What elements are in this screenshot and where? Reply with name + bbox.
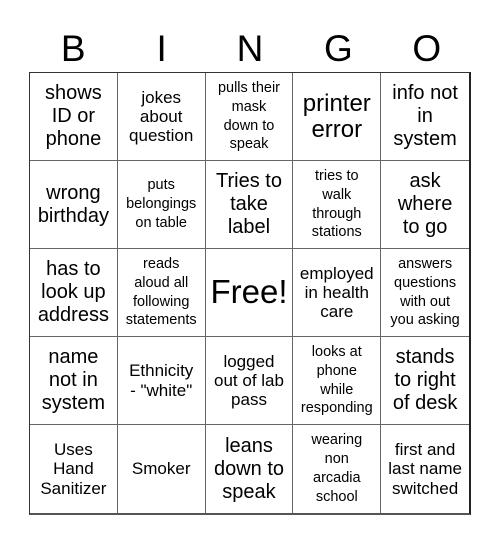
header-letter-b: B bbox=[60, 28, 86, 69]
bingo-cell-i5[interactable]: Smoker bbox=[118, 425, 206, 513]
free-space-cell[interactable]: Free! bbox=[205, 249, 294, 337]
header-letter-o: O bbox=[412, 28, 442, 69]
cell-text: pulls their mask down to speak bbox=[217, 79, 281, 153]
bingo-cell-o3[interactable]: answers questions with out you asking bbox=[381, 249, 469, 337]
cell-text: puts belongings on table bbox=[126, 177, 197, 231]
bingo-cell-b2[interactable]: wrong birthday bbox=[30, 161, 118, 249]
cell-text: ask where to go bbox=[397, 170, 453, 238]
bingo-cell-b1[interactable]: shows ID or phone bbox=[30, 73, 118, 161]
bingo-cell-n2[interactable]: Tries to take label bbox=[205, 161, 294, 249]
bingo-cell-b4[interactable]: name not in system bbox=[30, 337, 118, 425]
cell-text: name not in system bbox=[41, 346, 106, 414]
bingo-cell-g3[interactable]: employed in health care bbox=[293, 249, 382, 337]
cell-text: looks at phone while responding bbox=[300, 343, 373, 417]
bingo-cell-b5[interactable]: Uses Hand Sanitizer bbox=[30, 425, 118, 513]
bingo-cell-b3[interactable]: has to look up address bbox=[30, 249, 118, 337]
cell-text: Free! bbox=[210, 273, 288, 311]
cell-text: wearing non arcadia school bbox=[311, 432, 363, 505]
bingo-cell-o1[interactable]: info not in system bbox=[381, 73, 469, 161]
bingo-cell-i4[interactable]: Ethnicity - "white" bbox=[117, 337, 206, 425]
bingo-cell-o4[interactable]: stands to right of desk bbox=[381, 337, 469, 425]
bingo-cell-n5[interactable]: leans down to speak bbox=[206, 425, 294, 513]
bingo-cell-g2[interactable]: tries to walk through stations bbox=[293, 161, 382, 249]
bingo-cell-n1[interactable]: pulls their mask down to speak bbox=[205, 73, 294, 161]
bingo-header: B I N G O bbox=[29, 26, 471, 72]
bingo-card-grid: shows ID or phone jokes about question pul… bbox=[29, 72, 471, 515]
cell-text: answers questions with out you asking bbox=[390, 255, 460, 329]
header-letter-i: I bbox=[156, 28, 167, 69]
cell-text: Ethnicity - "white" bbox=[129, 361, 194, 400]
cell-text: shows ID or phone bbox=[45, 82, 102, 150]
cell-text: first and last name switched bbox=[388, 440, 462, 498]
cell-text: reads aloud all following statements bbox=[125, 255, 197, 329]
bingo-cell-i1[interactable]: jokes about question bbox=[117, 73, 206, 161]
cell-text: tries to walk through stations bbox=[311, 167, 362, 241]
bingo-cell-g5[interactable]: wearing non arcadia school bbox=[293, 425, 382, 513]
cell-text: Tries to take label bbox=[216, 170, 282, 238]
header-letter-g: G bbox=[324, 28, 353, 69]
bingo-cell-g1[interactable]: printer error bbox=[293, 73, 382, 161]
bingo-cell-i2[interactable]: puts belongings on table bbox=[117, 161, 206, 249]
cell-text: logged out of lab pass bbox=[214, 351, 284, 410]
cell-text: printer error bbox=[302, 90, 371, 143]
cell-text: stands to right of desk bbox=[392, 346, 458, 414]
cell-text: jokes about question bbox=[129, 87, 194, 146]
cell-text: Smoker bbox=[131, 459, 191, 479]
cell-text: has to look up address bbox=[37, 258, 109, 326]
header-letter-n: N bbox=[236, 28, 264, 69]
bingo-cell-g4[interactable]: looks at phone while responding bbox=[293, 337, 382, 425]
bingo-cell-o5[interactable]: first and last name switched bbox=[381, 425, 469, 513]
bingo-cell-i3[interactable]: reads aloud all following statements bbox=[117, 249, 206, 337]
cell-text: leans down to speak bbox=[213, 434, 285, 503]
cell-text: info not in system bbox=[392, 82, 458, 150]
cell-text: Uses Hand Sanitizer bbox=[40, 440, 107, 498]
bingo-cell-o2[interactable]: ask where to go bbox=[381, 161, 469, 249]
cell-text: wrong birthday bbox=[37, 181, 109, 227]
bingo-cell-n4[interactable]: logged out of lab pass bbox=[205, 337, 294, 425]
cell-text: employed in health care bbox=[299, 263, 374, 322]
